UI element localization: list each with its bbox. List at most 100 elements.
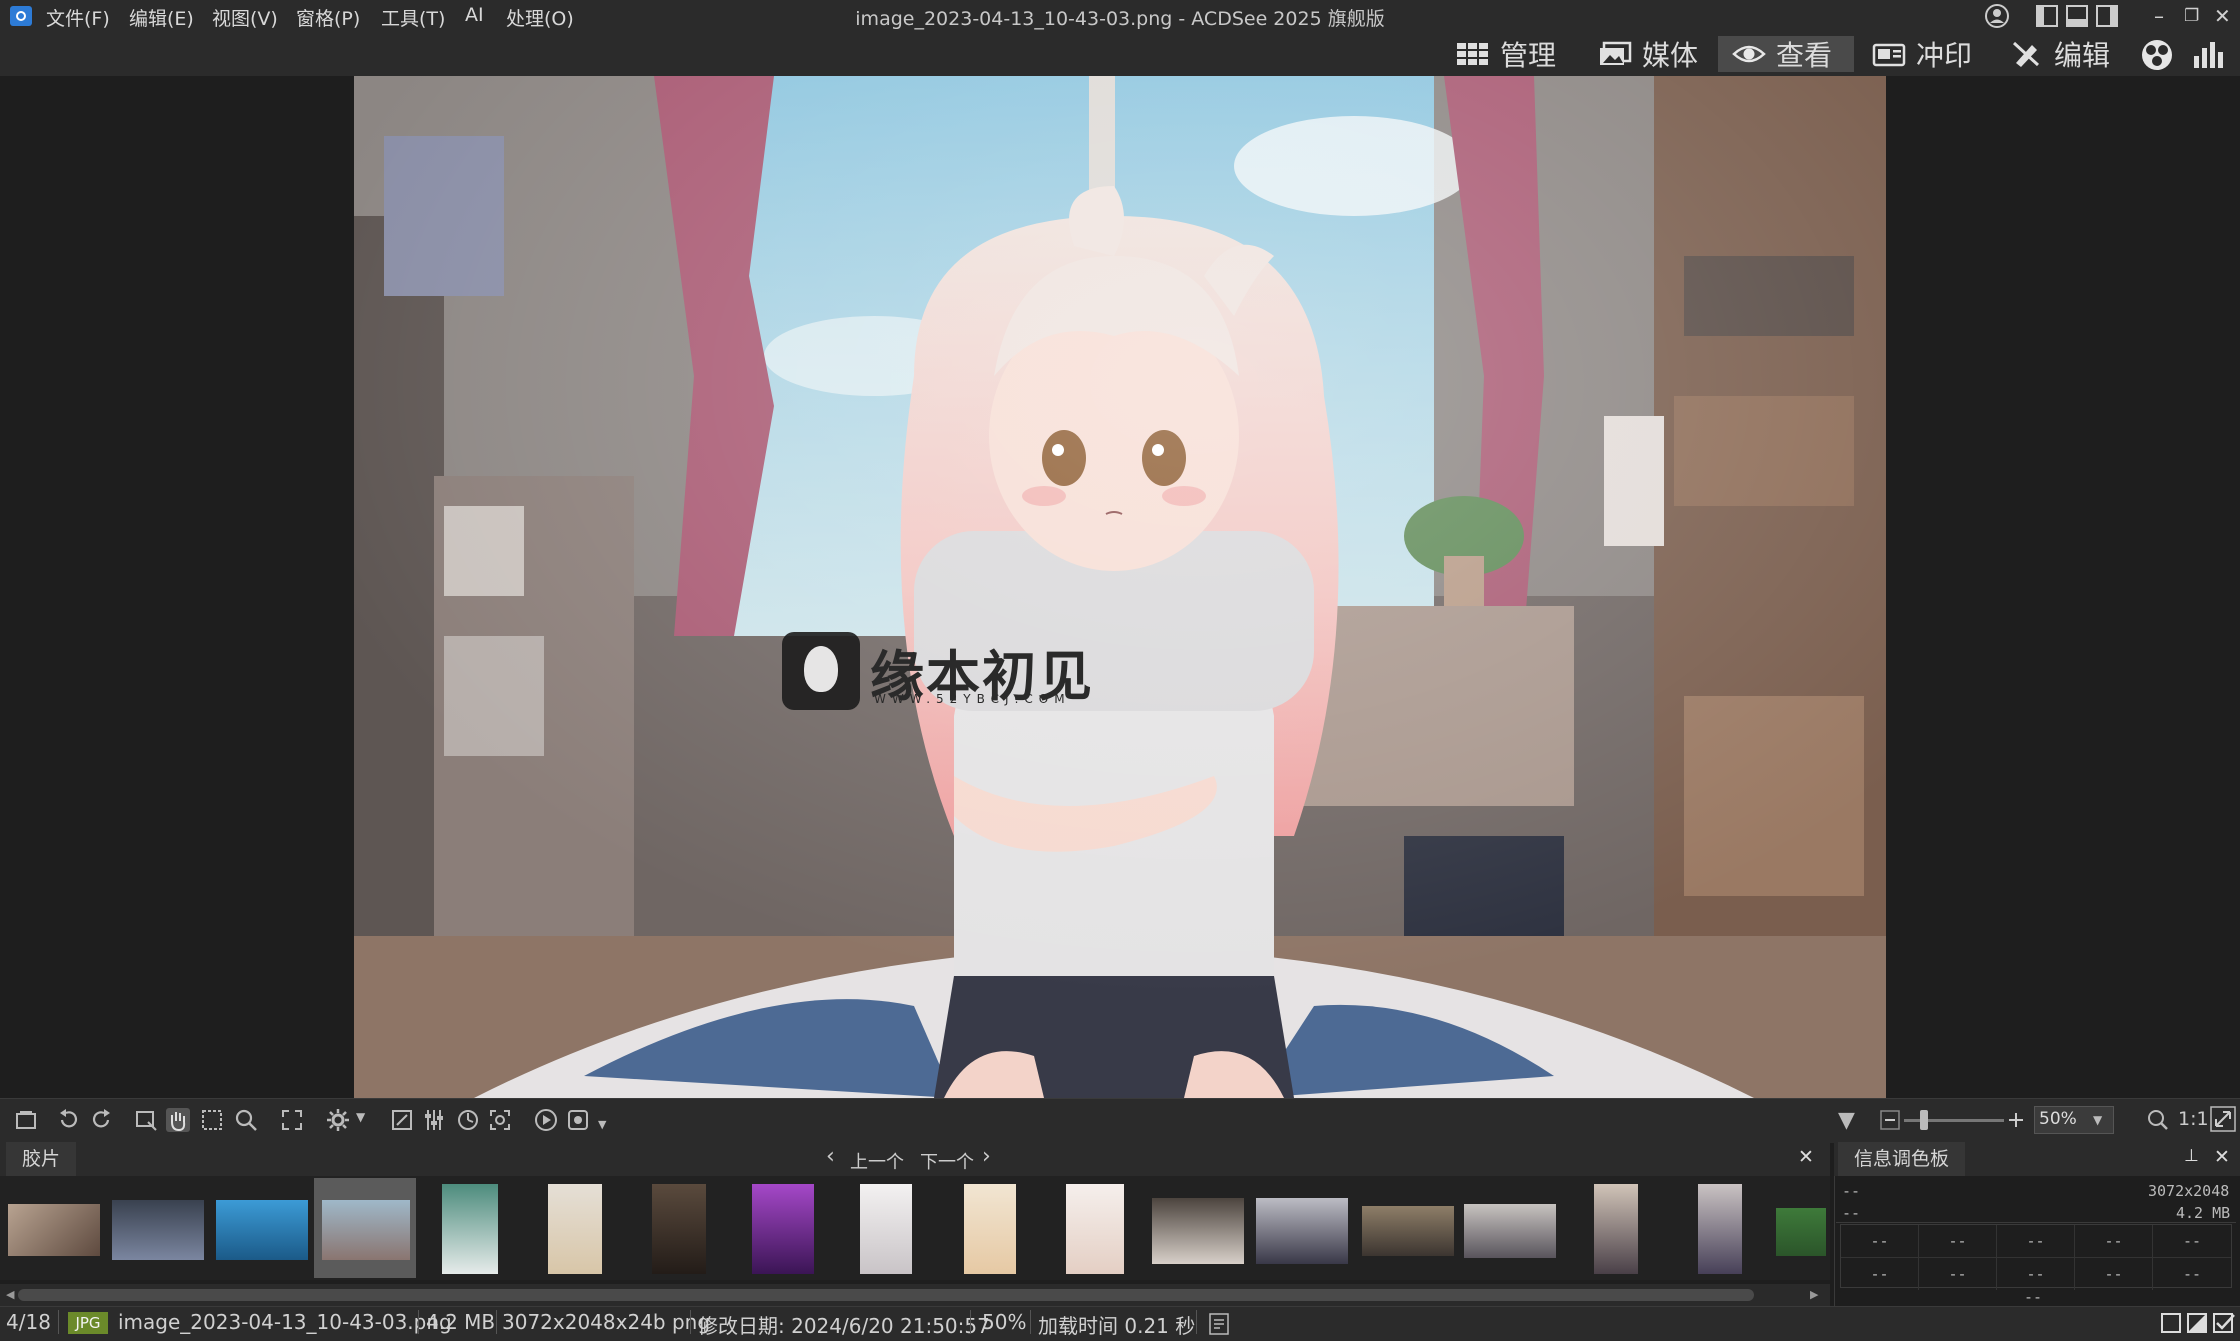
close-info-panel-icon[interactable]: ✕ <box>2214 1146 2230 1168</box>
mode-manage-label: 管理 <box>1500 39 1557 72</box>
thumbnail[interactable] <box>1464 1204 1556 1258</box>
next-chevron-icon[interactable]: › <box>982 1144 991 1169</box>
browse-icon[interactable] <box>14 1108 38 1132</box>
rotate-right-icon[interactable] <box>90 1108 114 1132</box>
checkmark-icon[interactable] <box>2212 1312 2236 1334</box>
actual-size-button[interactable]: 1:1 <box>2178 1108 2209 1130</box>
status-load-time: 加载时间 0.21 秒 <box>1038 1314 1196 1338</box>
mode-edit-button[interactable]: 编辑 <box>1996 36 2124 72</box>
settings-dropdown-icon[interactable]: ▼ <box>356 1110 365 1124</box>
eye-icon <box>1732 45 1766 63</box>
zoom-in-icon[interactable] <box>2006 1108 2026 1132</box>
mode-manage-button[interactable]: 管理 <box>1442 36 1570 72</box>
marquee-select-icon[interactable] <box>200 1108 224 1132</box>
exposure-icon[interactable] <box>456 1108 480 1132</box>
scroll-right-icon[interactable]: ▶ <box>1810 1288 1818 1301</box>
pin-icon[interactable]: ⊥ <box>2184 1146 2199 1166</box>
thumbnail[interactable] <box>216 1200 308 1260</box>
thumbnail[interactable] <box>1066 1184 1124 1274</box>
mode-media-button[interactable]: 媒体 <box>1584 36 1712 72</box>
zoom-select-value: 50% <box>2039 1109 2077 1129</box>
thumbnail[interactable] <box>1152 1198 1244 1264</box>
zoom-out-icon[interactable] <box>1880 1108 1900 1132</box>
status-modified-date: 修改日期: 2024/6/20 21:50:57 <box>698 1314 990 1338</box>
thumbnail[interactable] <box>442 1184 498 1274</box>
zoom-select[interactable]: 50% ▼ <box>2034 1106 2114 1134</box>
info-dimensions: 3072x2048 <box>2148 1182 2230 1200</box>
fit-window-icon[interactable] <box>2210 1106 2236 1132</box>
thumbnail[interactable] <box>8 1204 100 1256</box>
mode-develop-label: 冲印 <box>1916 39 1973 72</box>
next-button[interactable]: 下一个 <box>920 1148 974 1174</box>
close-window-icon[interactable]: ✕ <box>2214 4 2231 28</box>
mode-view-label: 查看 <box>1776 39 1833 72</box>
thumbnail[interactable] <box>112 1200 204 1260</box>
develop-icon <box>1872 43 1906 67</box>
slideshow-icon[interactable] <box>534 1108 558 1132</box>
watermark-url: WWW.52YBCJ.COM <box>874 692 1071 706</box>
scrollbar-thumb[interactable] <box>18 1289 1754 1301</box>
info-cell: -- <box>2075 1258 2153 1290</box>
face-detect-icon[interactable] <box>488 1108 512 1132</box>
thumbnail[interactable] <box>652 1184 706 1274</box>
previous-chevron-icon[interactable]: ‹ <box>826 1144 835 1169</box>
thumbnail-selected[interactable] <box>322 1200 410 1260</box>
user-account-icon[interactable] <box>1984 3 2010 29</box>
adjust-sliders-icon[interactable] <box>422 1108 446 1132</box>
chevron-down-icon: ▼ <box>2093 1113 2103 1127</box>
layout-right-icon[interactable] <box>2096 5 2118 27</box>
info-filesize: 4.2 MB <box>2176 1204 2231 1222</box>
status-dimensions: 3072x2048x24b png <box>502 1310 711 1334</box>
fullscreen-icon[interactable] <box>280 1108 304 1132</box>
compare-icon[interactable] <box>2186 1312 2208 1334</box>
color-square-icon[interactable] <box>2160 1312 2182 1334</box>
thumbnail[interactable] <box>752 1184 814 1274</box>
zoom-fit-icon[interactable] <box>2146 1108 2170 1132</box>
rotate-left-icon[interactable] <box>56 1108 80 1132</box>
zoom-slider-handle[interactable] <box>1920 1110 1928 1130</box>
info-panel-tab[interactable]: 信息调色板 <box>1838 1142 1966 1176</box>
thumbnail[interactable] <box>1698 1184 1742 1274</box>
previous-button[interactable]: 上一个 <box>850 1148 904 1174</box>
histogram-icon[interactable] <box>1208 1312 1232 1336</box>
grid-icon <box>1457 43 1488 65</box>
thumbnail[interactable] <box>548 1184 602 1274</box>
info-label: -- <box>1842 1182 1861 1200</box>
anime-illustration <box>354 76 1886 1098</box>
thumbnail[interactable] <box>1256 1198 1348 1264</box>
info-cell: -- <box>1841 1225 1919 1258</box>
thumbnail[interactable] <box>860 1184 912 1274</box>
main-image[interactable]: 缘本初见 WWW.52YBCJ.COM <box>354 76 1886 1098</box>
settings-gear-icon[interactable] <box>326 1108 350 1132</box>
more-tools-icon[interactable]: ▼ <box>598 1118 606 1131</box>
mode-view-button[interactable]: 查看 <box>1718 36 1854 72</box>
zoom-slider-track[interactable] <box>1904 1119 2004 1122</box>
thumbnail[interactable] <box>1776 1208 1826 1256</box>
365-icon[interactable] <box>2140 38 2174 72</box>
thumbnail[interactable] <box>1362 1206 1454 1256</box>
info-cell: -- <box>2075 1225 2153 1258</box>
filter-dropdown-icon[interactable]: ▼ <box>1838 1108 1855 1133</box>
mode-develop-button[interactable]: 冲印 <box>1858 36 1986 72</box>
layout-bottom-icon[interactable] <box>2066 5 2088 27</box>
edit-icon <box>2012 41 2040 67</box>
thumbnail[interactable] <box>1594 1184 1638 1274</box>
close-filmstrip-icon[interactable]: ✕ <box>1798 1146 1814 1168</box>
info-cell: -- <box>2182 1265 2202 1283</box>
scroll-left-icon[interactable]: ◀ <box>6 1288 14 1301</box>
status-zoom: 50% <box>982 1310 1027 1334</box>
edit-image-icon[interactable] <box>390 1108 414 1132</box>
minimize-icon[interactable]: – <box>2154 4 2164 28</box>
zoom-tool-icon[interactable] <box>234 1108 258 1132</box>
select-region-icon[interactable] <box>134 1108 158 1132</box>
capture-icon[interactable] <box>566 1108 590 1132</box>
hand-pan-icon[interactable] <box>166 1108 190 1132</box>
info-cell: -- <box>1841 1258 1919 1290</box>
filmstrip-tab[interactable]: 胶片 <box>6 1142 77 1176</box>
info-cell: -- <box>2153 1225 2231 1258</box>
layout-left-icon[interactable] <box>2036 5 2058 27</box>
thumbnail[interactable] <box>964 1184 1016 1274</box>
restore-icon[interactable]: ❐ <box>2184 6 2199 26</box>
filmstrip-header <box>0 1142 1830 1176</box>
dashboard-icon[interactable] <box>2192 38 2224 70</box>
